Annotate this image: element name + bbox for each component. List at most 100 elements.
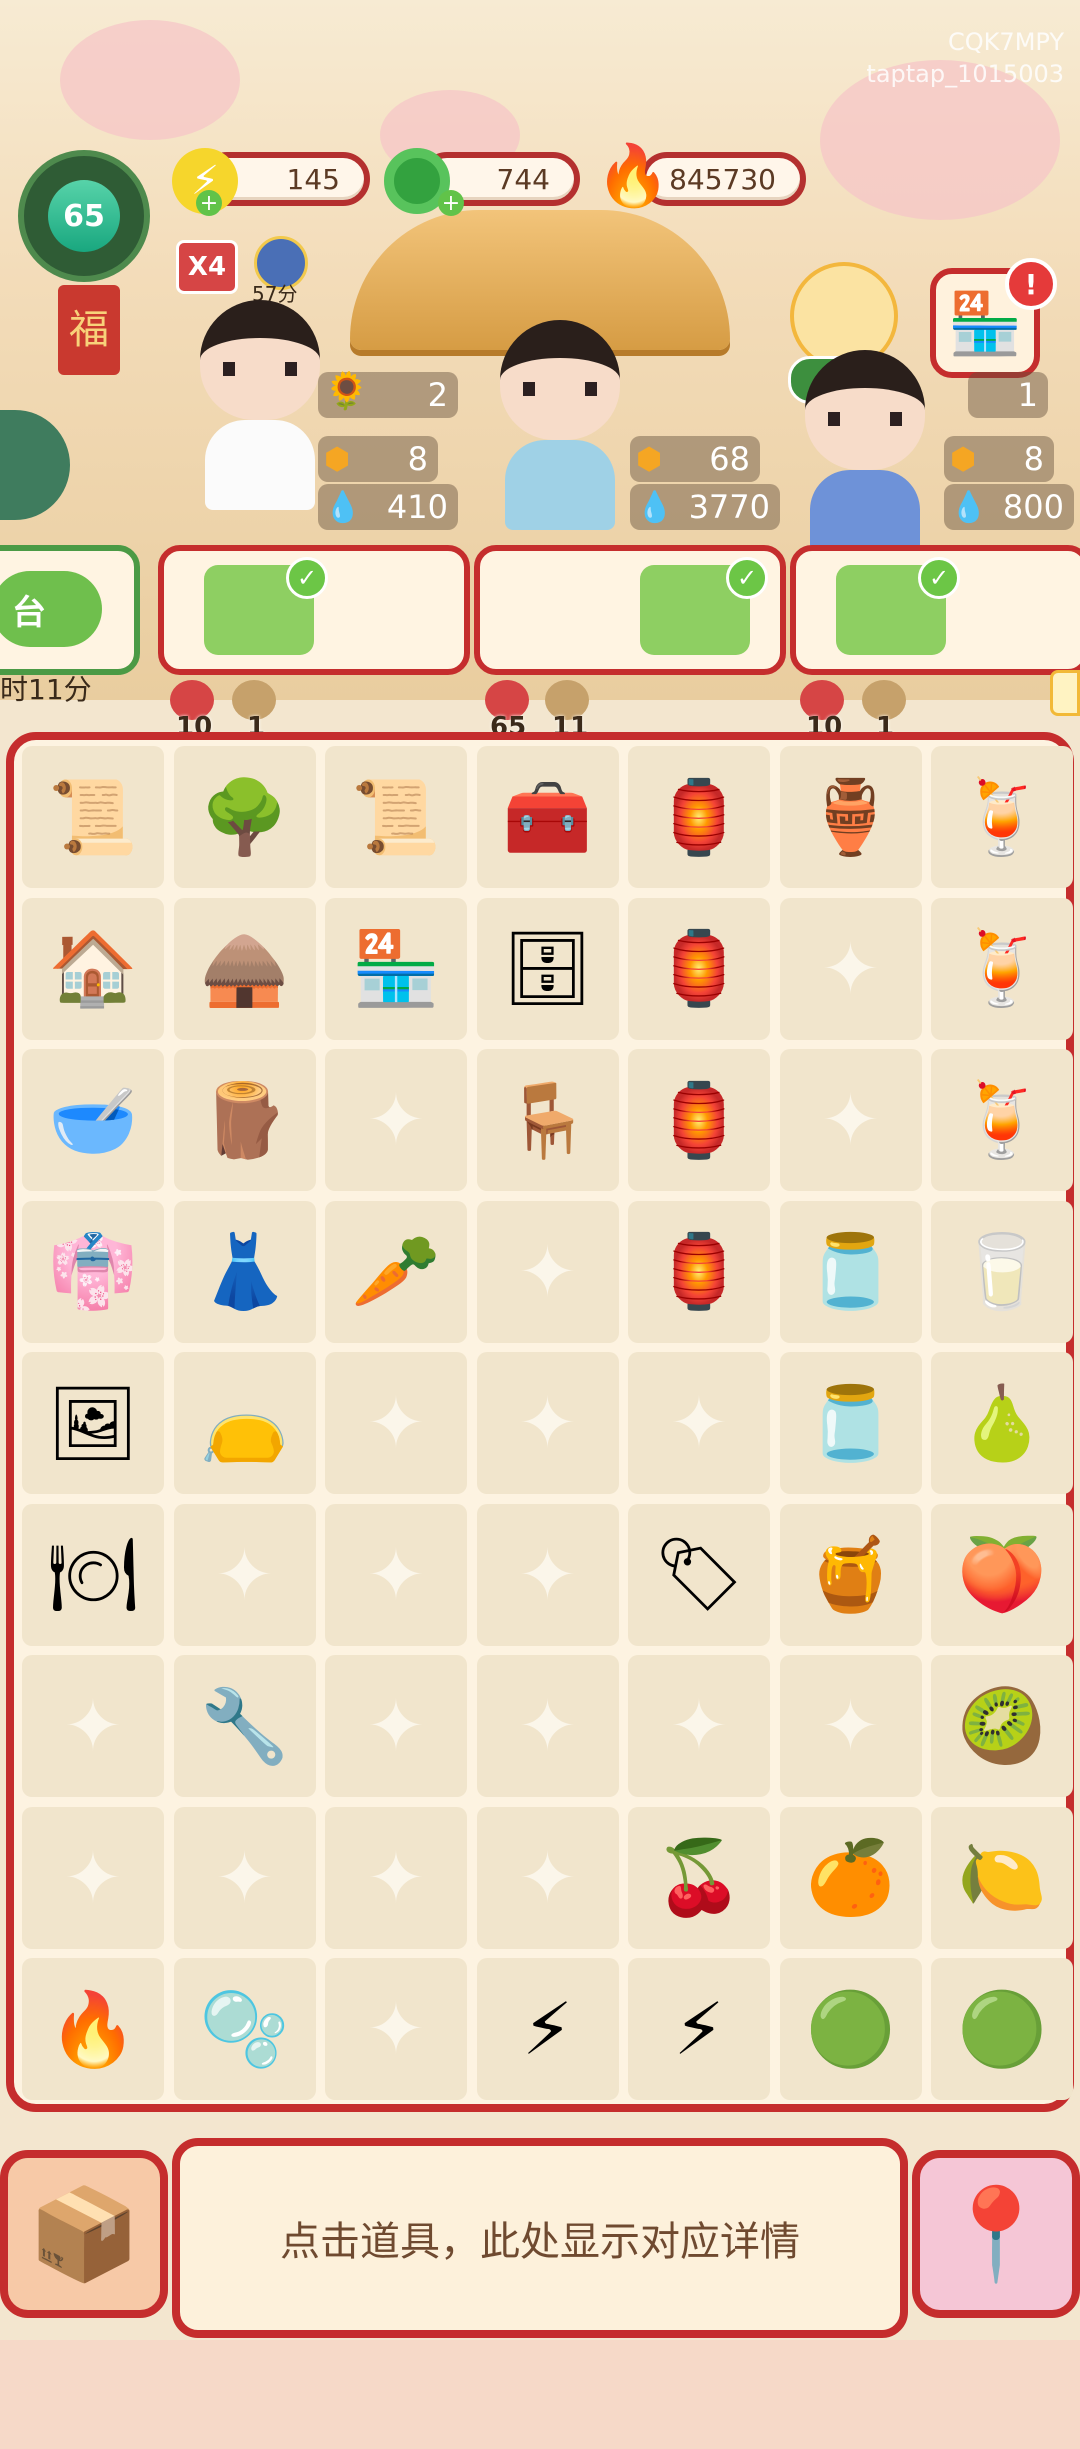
- board-cell[interactable]: 🟢: [779, 1958, 922, 2100]
- robe-icon[interactable]: 👘: [22, 1201, 164, 1343]
- flame-icon[interactable]: 🔥: [22, 1958, 164, 2100]
- level-badge[interactable]: 65: [18, 150, 150, 282]
- multiplier-button[interactable]: X4: [176, 240, 238, 294]
- plaque-icon[interactable]: 🏷: [628, 1504, 770, 1646]
- board-cell[interactable]: ✦: [325, 1049, 467, 1191]
- board-cell[interactable]: ✦: [476, 1352, 619, 1494]
- board-cell[interactable]: ✦: [325, 1806, 467, 1949]
- board-cell[interactable]: 🏷: [628, 1503, 770, 1646]
- plaque-rack-icon[interactable]: 🏮: [628, 1201, 770, 1343]
- jade-icon[interactable]: 🟢: [931, 1958, 1073, 2100]
- board-cell[interactable]: 🪵: [173, 1049, 316, 1191]
- board-cell[interactable]: 🖼: [22, 1352, 164, 1494]
- board-cell[interactable]: ✦: [325, 1503, 467, 1646]
- lemon-icon[interactable]: 🍋: [931, 1807, 1073, 1949]
- scroll-icon[interactable]: 📜: [325, 746, 467, 888]
- hut-icon[interactable]: 🛖: [174, 898, 316, 1040]
- add-jade-icon[interactable]: +: [438, 190, 464, 216]
- left-side-tab[interactable]: 台: [0, 545, 140, 675]
- pomelo-icon[interactable]: 🍐: [931, 1352, 1073, 1494]
- pouch-icon[interactable]: 👝: [174, 1352, 316, 1494]
- plaque-rack-icon[interactable]: 🏮: [628, 746, 770, 888]
- milk-icon[interactable]: 🥛: [931, 1201, 1073, 1343]
- energy-icon[interactable]: ⚡: [628, 1958, 770, 2100]
- board-cell[interactable]: 🫙: [779, 1200, 922, 1343]
- order-card-3[interactable]: ✓: [790, 545, 1080, 675]
- board-cell[interactable]: 🏮: [628, 746, 770, 888]
- board-cell[interactable]: ✦: [779, 1655, 922, 1797]
- board-cell[interactable]: ✦: [476, 1503, 619, 1646]
- board-cell[interactable]: 🏮: [628, 1200, 770, 1343]
- chest-icon[interactable]: 🧰: [477, 746, 619, 888]
- board-cell[interactable]: 🔧: [173, 1655, 316, 1797]
- board-cell[interactable]: ✦: [476, 1200, 619, 1343]
- plaque-rack-icon[interactable]: 🏮: [628, 1049, 770, 1191]
- tree-icon[interactable]: 🌳: [174, 746, 316, 888]
- board-cell[interactable]: 🟢: [931, 1958, 1073, 2100]
- order-card-2[interactable]: ✓: [474, 545, 786, 675]
- board-cell[interactable]: 🏮: [628, 897, 770, 1040]
- kiwi-icon[interactable]: 🥝: [931, 1655, 1073, 1797]
- board-cell[interactable]: ✦: [22, 1806, 164, 1949]
- map-button[interactable]: 📍: [912, 2150, 1080, 2318]
- board-cell[interactable]: 🔥: [22, 1958, 164, 2100]
- board-cell[interactable]: 🍹: [931, 1049, 1073, 1191]
- board-cell[interactable]: 🍽: [22, 1503, 164, 1646]
- jar-icon[interactable]: 🫙: [780, 1352, 922, 1494]
- board-cell[interactable]: ⚡: [628, 1958, 770, 2100]
- board-cell[interactable]: 🥣: [22, 1049, 164, 1191]
- juice-icon[interactable]: 🍹: [931, 898, 1073, 1040]
- board-cell[interactable]: 👘: [22, 1200, 164, 1343]
- board-cell[interactable]: 🥝: [931, 1655, 1073, 1797]
- board-cell[interactable]: 🍹: [931, 746, 1073, 888]
- board-cell[interactable]: ✦: [628, 1352, 770, 1494]
- customer-avatar-3[interactable]: [780, 350, 950, 560]
- board-cell[interactable]: 🍊: [779, 1806, 922, 1949]
- board-cell[interactable]: ✦: [325, 1655, 467, 1797]
- customer-avatar-2[interactable]: [475, 320, 645, 530]
- carrot-icon[interactable]: 🥕: [325, 1201, 467, 1343]
- pot-icon[interactable]: 🍯: [780, 1504, 922, 1646]
- plaque-rack-icon[interactable]: 🏮: [628, 898, 770, 1040]
- board-cell[interactable]: ✦: [22, 1655, 164, 1797]
- chair-icon[interactable]: 🪑: [477, 1049, 619, 1191]
- board-cell[interactable]: 🫙: [779, 1352, 922, 1494]
- board-cell[interactable]: ✦: [476, 1806, 619, 1949]
- board-cell[interactable]: 🏮: [628, 1049, 770, 1191]
- board-cell[interactable]: ✦: [476, 1655, 619, 1797]
- mortar-icon[interactable]: 🥣: [22, 1049, 164, 1191]
- juice-icon[interactable]: 🍹: [931, 746, 1073, 888]
- board-cell[interactable]: ✦: [325, 1352, 467, 1494]
- board-cell[interactable]: 🍐: [931, 1352, 1073, 1494]
- board-cell[interactable]: 🍯: [779, 1503, 922, 1646]
- jar-icon[interactable]: 🫙: [780, 1201, 922, 1343]
- bubble-icon[interactable]: 🫧: [174, 1958, 316, 2100]
- board-cell[interactable]: 🍹: [931, 897, 1073, 1040]
- board-cell[interactable]: 🧰: [476, 746, 619, 888]
- board-cell[interactable]: ✦: [628, 1655, 770, 1797]
- board-cell[interactable]: 📜: [325, 746, 467, 888]
- board-cell[interactable]: 🌳: [173, 746, 316, 888]
- board-cell[interactable]: 🏺: [779, 746, 922, 888]
- board-cell[interactable]: 🗄: [476, 897, 619, 1040]
- house-icon[interactable]: 🏠: [22, 898, 164, 1040]
- board-cell[interactable]: ✦: [325, 1958, 467, 2100]
- board-cell[interactable]: ✦: [173, 1806, 316, 1949]
- cabinet-icon[interactable]: 🗄: [477, 898, 619, 1040]
- board-cell[interactable]: 🍒: [628, 1806, 770, 1949]
- scroll-icon[interactable]: 📜: [22, 746, 164, 888]
- juice-icon[interactable]: 🍹: [931, 1049, 1073, 1191]
- jade-icon[interactable]: 🟢: [780, 1958, 922, 2100]
- board-cell[interactable]: 🏠: [22, 897, 164, 1040]
- board-cell[interactable]: 🪑: [476, 1049, 619, 1191]
- vase-icon[interactable]: 🏺: [780, 746, 922, 888]
- plate-icon[interactable]: 🍽: [22, 1504, 164, 1646]
- board-cell[interactable]: ⚡: [476, 1958, 619, 2100]
- board-cell[interactable]: 📜: [22, 746, 164, 888]
- board-cell[interactable]: ✦: [779, 897, 922, 1040]
- board-cell[interactable]: 🥕: [325, 1200, 467, 1343]
- orange-icon[interactable]: 🍊: [780, 1807, 922, 1949]
- dress-icon[interactable]: 👗: [174, 1201, 316, 1343]
- cherry-icon[interactable]: 🍒: [628, 1807, 770, 1949]
- board-cell[interactable]: 👝: [173, 1352, 316, 1494]
